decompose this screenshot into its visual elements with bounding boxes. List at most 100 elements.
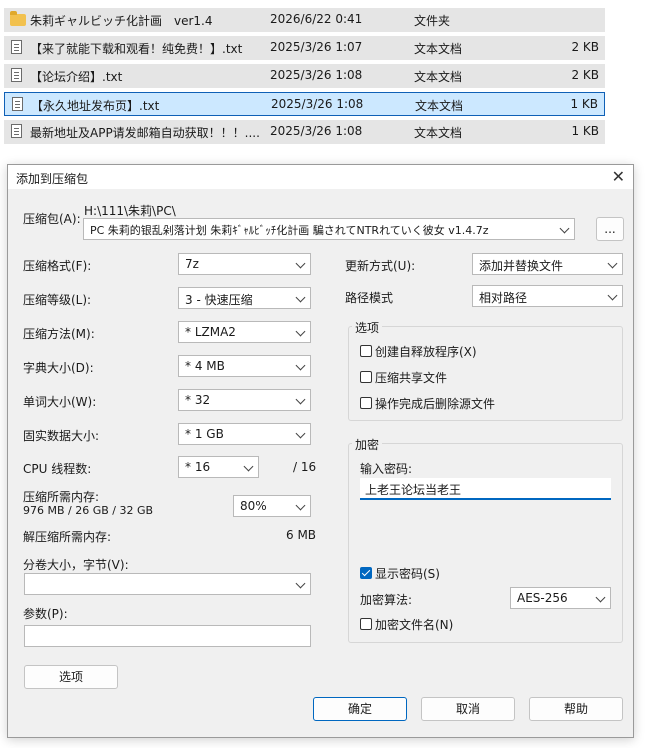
file-date: 2025/3/26 1:07	[270, 40, 363, 54]
file-name: 【永久地址发布页】.txt	[31, 99, 160, 113]
mem-label: 压缩所需内存:	[23, 490, 100, 504]
chevron-down-icon	[295, 326, 306, 337]
mem-value: 976 MB / 26 GB / 32 GB	[23, 504, 154, 517]
enc-method-label: 加密算法:	[360, 593, 413, 607]
enc-method-combo[interactable]: AES-256	[510, 587, 611, 609]
chevron-down-icon	[295, 360, 306, 371]
decomp-label: 解压缩所需内存:	[23, 530, 112, 544]
level-value: 3 - 快速压缩	[185, 293, 253, 307]
help-button[interactable]: 帮助	[529, 697, 623, 721]
options-group-title: 选项	[352, 319, 383, 336]
path-combo[interactable]: 相对路径	[472, 285, 623, 307]
solid-label: 固实数据大小:	[23, 429, 100, 443]
password-input[interactable]: 上老王论坛当老王	[360, 478, 611, 500]
word-value: * 32	[185, 393, 211, 407]
file-name: 【论坛介绍】.txt	[30, 70, 123, 84]
chevron-down-icon	[295, 578, 306, 589]
update-label: 更新方式(U):	[345, 259, 416, 273]
file-row[interactable]: 最新地址及APP请发邮箱自动获取！！！.... 2025/3/26 1:08 文…	[4, 120, 605, 144]
mem-percent-value: 80%	[240, 499, 267, 513]
file-date: 2025/3/26 1:08	[270, 68, 363, 82]
dict-combo[interactable]: * 4 MB	[178, 355, 311, 377]
params-label: 参数(P):	[23, 607, 68, 621]
word-combo[interactable]: * 32	[178, 389, 311, 411]
archive-label: 压缩包(A):	[23, 212, 81, 226]
level-combo[interactable]: 3 - 快速压缩	[178, 287, 311, 309]
level-label: 压缩等级(L):	[23, 293, 92, 307]
file-row-selected[interactable]: 【永久地址发布页】.txt 2025/3/26 1:08 文本文档 1 KB	[4, 92, 605, 116]
file-date: 2026/6/22 0:41	[270, 12, 363, 26]
file-size: 2 KB	[571, 40, 599, 54]
split-combo[interactable]	[24, 573, 311, 595]
password-value: 上老王论坛当老王	[365, 483, 462, 497]
title-bar: 添加到压缩包 ✕	[8, 165, 633, 189]
update-combo[interactable]: 添加并替换文件	[472, 253, 623, 275]
encryption-group-title: 加密	[352, 436, 383, 453]
split-label: 分卷大小，字节(V):	[23, 558, 129, 572]
show-password-checkbox[interactable]	[360, 567, 372, 579]
solid-combo[interactable]: * 1 GB	[178, 423, 311, 445]
cancel-button[interactable]: 取消	[421, 697, 515, 721]
file-type: 文本文档	[415, 99, 464, 113]
folder-icon	[10, 11, 26, 26]
chevron-down-icon	[295, 394, 306, 405]
sfx-checkbox[interactable]	[360, 345, 372, 357]
options-button[interactable]: 选项	[24, 665, 118, 689]
ok-button[interactable]: 确定	[313, 697, 407, 721]
file-type: 文本文档	[414, 126, 463, 140]
file-size: 2 KB	[571, 68, 599, 82]
browse-button[interactable]: ...	[596, 217, 624, 241]
update-value: 添加并替换文件	[479, 259, 564, 273]
cpu-label: CPU 线程数:	[23, 462, 92, 476]
file-row[interactable]: 【来了就能下载和观看！纯免费！】.txt 2025/3/26 1:07 文本文档…	[4, 36, 605, 60]
close-icon[interactable]: ✕	[612, 167, 625, 186]
file-name: 最新地址及APP请发邮箱自动获取！！！....	[30, 126, 260, 140]
text-file-icon	[11, 124, 22, 138]
chevron-down-icon	[295, 500, 306, 511]
encrypt-names-label: 加密文件名(N)	[375, 618, 454, 632]
cpu-combo[interactable]: * 16	[178, 456, 259, 478]
shared-checkbox[interactable]	[360, 371, 372, 383]
cpu-total: / 16	[293, 460, 317, 474]
encrypt-names-checkbox[interactable]	[360, 618, 372, 630]
chevron-down-icon	[607, 258, 618, 269]
dict-label: 字典大小(D):	[23, 361, 94, 375]
format-value: 7z	[185, 257, 199, 271]
delete-checkbox[interactable]	[360, 397, 372, 409]
show-password-label: 显示密码(S)	[375, 567, 440, 581]
add-to-archive-dialog: 添加到压缩包 ✕ 压缩包(A): H:\111\朱莉\PC\ PC 朱莉的银乱剁…	[7, 164, 634, 738]
chevron-down-icon	[559, 223, 570, 234]
archive-name-combo[interactable]: PC 朱莉的银乱剁落计划 朱莉ｷﾞｬﾙﾋﾞｯﾁ化計画 騙されてNTRれていく彼女…	[83, 218, 575, 240]
decomp-value: 6 MB	[286, 528, 317, 542]
chevron-down-icon	[295, 292, 306, 303]
archive-name-value: PC 朱莉的银乱剁落计划 朱莉ｷﾞｬﾙﾋﾞｯﾁ化計画 騙されてNTRれていく彼女…	[90, 224, 489, 237]
method-label: 压缩方法(M):	[23, 327, 95, 341]
file-date: 2025/3/26 1:08	[270, 124, 363, 138]
chevron-down-icon	[607, 290, 618, 301]
chevron-down-icon	[243, 461, 254, 472]
delete-label: 操作完成后删除源文件	[375, 397, 496, 411]
file-date: 2025/3/26 1:08	[271, 97, 364, 111]
method-value: * LZMA2	[185, 325, 236, 339]
sfx-label: 创建自释放程序(X)	[375, 345, 477, 359]
params-input[interactable]	[24, 625, 311, 647]
cpu-value: * 16	[185, 460, 211, 474]
file-name: 朱莉ギャルビッチ化計画 ver1.4	[30, 14, 213, 28]
method-combo[interactable]: * LZMA2	[178, 321, 311, 343]
path-label: 路径模式	[345, 291, 394, 305]
file-list: 朱莉ギャルビッチ化計画 ver1.4 2026/6/22 0:41 文件夹 【来…	[4, 8, 605, 148]
text-file-icon	[11, 40, 22, 54]
format-combo[interactable]: 7z	[178, 253, 311, 275]
chevron-down-icon	[295, 428, 306, 439]
file-row[interactable]: 朱莉ギャルビッチ化計画 ver1.4 2026/6/22 0:41 文件夹	[4, 8, 605, 32]
solid-value: * 1 GB	[185, 427, 224, 441]
format-label: 压缩格式(F):	[23, 259, 92, 273]
mem-percent-combo[interactable]: 80%	[233, 495, 311, 517]
archive-path: H:\111\朱莉\PC\	[84, 204, 176, 218]
file-row[interactable]: 【论坛介绍】.txt 2025/3/26 1:08 文本文档 2 KB	[4, 64, 605, 88]
file-size: 1 KB	[570, 97, 598, 111]
text-file-icon	[11, 68, 22, 82]
file-type: 文本文档	[414, 70, 463, 84]
word-label: 单词大小(W):	[23, 395, 97, 409]
chevron-down-icon	[295, 258, 306, 269]
